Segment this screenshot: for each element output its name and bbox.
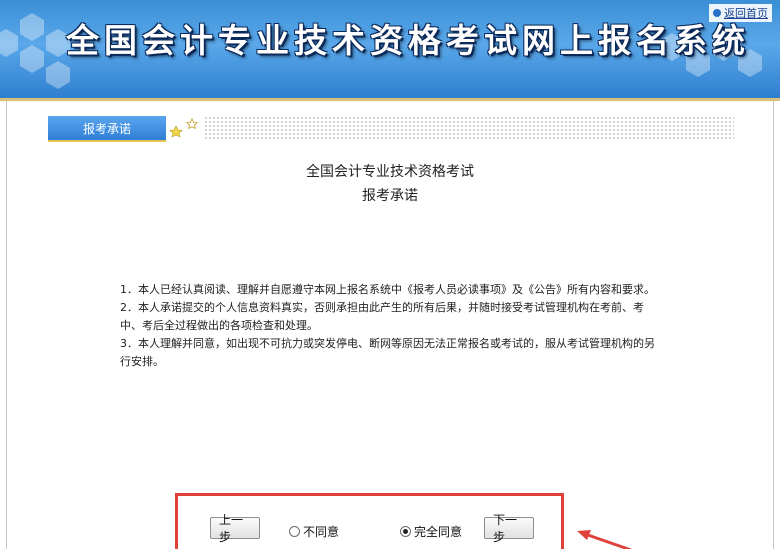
header-banner: 全国会计专业技术资格考试网上报名系统 返回首页 [0, 0, 780, 98]
bullet-icon [713, 9, 721, 17]
disagree-option[interactable]: 不同意 [289, 523, 339, 540]
term-item: 1．本人已经认真阅读、理解并自愿遵守本网上报名系统中《报考人员必读事项》及《公告… [120, 283, 655, 296]
return-home-label: 返回首页 [724, 7, 768, 20]
arrow-annotation-icon [577, 530, 632, 549]
agree-option[interactable]: 完全同意 [400, 523, 462, 540]
document-title: 全国会计专业技术资格考试 [306, 164, 474, 180]
tab-commitment: 报考承诺 [48, 116, 166, 142]
term-item: 2．本人承诺提交的个人信息资料真实，否则承担由此产生的所有后果，并随时接受考试管… [120, 301, 644, 332]
previous-step-button[interactable]: 上一步 [210, 513, 260, 544]
agree-radio[interactable] [400, 526, 411, 537]
disagree-radio[interactable] [289, 526, 300, 537]
document-subtitle: 报考承诺 [362, 188, 418, 204]
dotted-divider [204, 116, 734, 140]
return-home-link[interactable]: 返回首页 [709, 4, 772, 22]
commitment-terms: 1．本人已经认真阅读、理解并自愿遵守本网上报名系统中《报考人员必读事项》及《公告… [120, 281, 665, 371]
section-tab-bar: 报考承诺 [48, 116, 734, 142]
star-icon [169, 118, 198, 138]
next-step-button[interactable]: 下一步 [484, 513, 534, 544]
term-item: 3．本人理解并同意，如出现不可抗力或突发停电、断网等原因无法正常报名或考试的，服… [120, 337, 655, 368]
disagree-label: 不同意 [303, 525, 340, 539]
agree-label: 完全同意 [414, 525, 463, 539]
system-title: 全国会计专业技术资格考试网上报名系统 [66, 21, 750, 60]
